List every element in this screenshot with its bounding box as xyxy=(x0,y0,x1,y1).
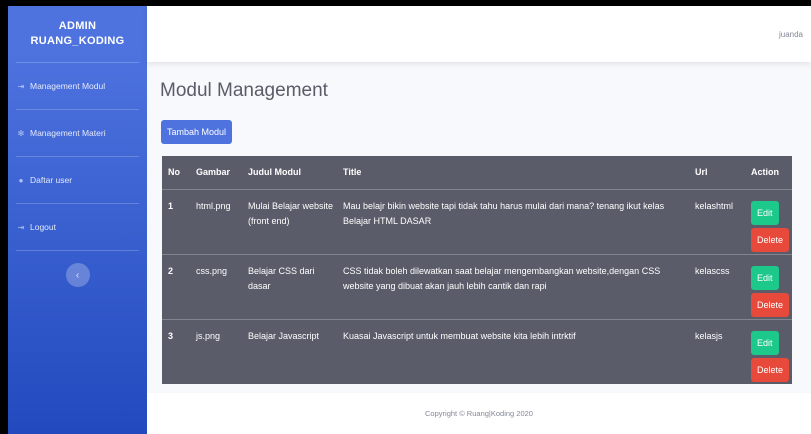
add-modul-button[interactable]: Tambah Modul xyxy=(161,120,233,144)
topbar: juanda xyxy=(147,6,811,62)
edit-button[interactable]: Edit xyxy=(751,330,779,355)
table-row: 1 html.png Mulai Belajar website (front … xyxy=(162,189,792,254)
delete-button[interactable]: Delete xyxy=(751,292,790,317)
row-actions: Edit Delete xyxy=(745,189,792,254)
column-header-title: Title xyxy=(343,167,362,178)
row-number: 3 xyxy=(168,330,174,341)
row-title: Kuasai Javascript untuk membuat website … xyxy=(343,330,576,341)
row-url: kelasjs xyxy=(695,330,723,341)
page-title: Modul Management xyxy=(160,80,328,101)
row-gambar: js.png xyxy=(196,330,221,341)
row-title: Mau belajr bikin website tapi tidak tahu… xyxy=(343,200,665,226)
column-header-no: No xyxy=(168,167,180,178)
row-actions: Edit Delete xyxy=(745,254,792,319)
table-row: 2 css.png Belajar CSS dari dasar CSS tid… xyxy=(162,254,792,319)
edit-button[interactable]: Edit xyxy=(751,200,779,225)
sidebar-item-logout[interactable]: ⇥ Logout xyxy=(8,204,147,250)
row-actions: Edit Delete xyxy=(745,319,792,384)
row-judul: Mulai Belajar website (front end) xyxy=(248,200,334,226)
sidebar-item-label: Logout xyxy=(30,222,56,232)
row-url: kelashtml xyxy=(695,200,734,211)
sidebar-toggle-button[interactable]: ‹ xyxy=(65,263,90,287)
row-number: 2 xyxy=(168,265,174,276)
sidebar-item-label: Management Materi xyxy=(30,128,106,138)
footer: Copyright © Ruang|Koding 2020 xyxy=(147,393,811,434)
row-number: 1 xyxy=(168,200,174,211)
column-header-url: Url xyxy=(695,167,708,178)
column-header-action: Action xyxy=(751,167,779,178)
column-header-gambar: Gambar xyxy=(196,167,231,178)
delete-button[interactable]: Delete xyxy=(751,357,790,382)
sidebar: ADMIN RUANG_KODING ⇥ Management Modul ✻ … xyxy=(8,6,147,434)
row-url: kelascss xyxy=(695,265,730,276)
sidebar-divider xyxy=(16,250,139,251)
sidebar-brand[interactable]: ADMIN RUANG_KODING xyxy=(8,6,147,62)
sidebar-item-management-modul[interactable]: ⇥ Management Modul xyxy=(8,63,147,109)
column-header-judul-modul: Judul Modul xyxy=(248,167,301,178)
row-judul: Belajar CSS dari dasar xyxy=(248,265,315,291)
row-title: CSS tidak boleh dilewatkan saat belajar … xyxy=(343,265,661,291)
sidebar-item-management-materi[interactable]: ✻ Management Materi xyxy=(8,110,147,156)
sidebar-item-daftar-user[interactable]: ● Daftar user xyxy=(8,157,147,203)
user-icon: ● xyxy=(18,175,24,185)
chevron-left-icon: ‹ xyxy=(75,269,80,281)
row-gambar: html.png xyxy=(196,200,231,211)
sign-out-icon: ⇥ xyxy=(17,222,25,232)
row-gambar: css.png xyxy=(196,265,228,276)
sign-in-icon: ⇥ xyxy=(17,81,25,91)
table-header-row: No Gambar Judul Modul Title Url Action xyxy=(162,156,792,189)
user-name[interactable]: juanda xyxy=(779,30,803,39)
brand-line-1: ADMIN xyxy=(58,20,97,32)
gear-icon: ✻ xyxy=(17,128,25,138)
sidebar-item-label: Management Modul xyxy=(30,81,106,91)
sidebar-item-label: Daftar user xyxy=(30,175,73,185)
brand-line-2: RUANG_KODING xyxy=(30,35,125,47)
modul-table: No Gambar Judul Modul Title Url Action 1… xyxy=(162,156,792,384)
row-judul: Belajar Javascript xyxy=(248,330,320,341)
edit-button[interactable]: Edit xyxy=(751,265,779,290)
copyright-text: Copyright © Ruang|Koding 2020 xyxy=(425,409,533,418)
table-row: 3 js.png Belajar Javascript Kuasai Javas… xyxy=(162,319,792,384)
app-frame: ADMIN RUANG_KODING ⇥ Management Modul ✻ … xyxy=(8,6,811,434)
main-content: Modul Management Tambah Modul No Gambar … xyxy=(147,62,811,392)
delete-button[interactable]: Delete xyxy=(751,227,790,252)
